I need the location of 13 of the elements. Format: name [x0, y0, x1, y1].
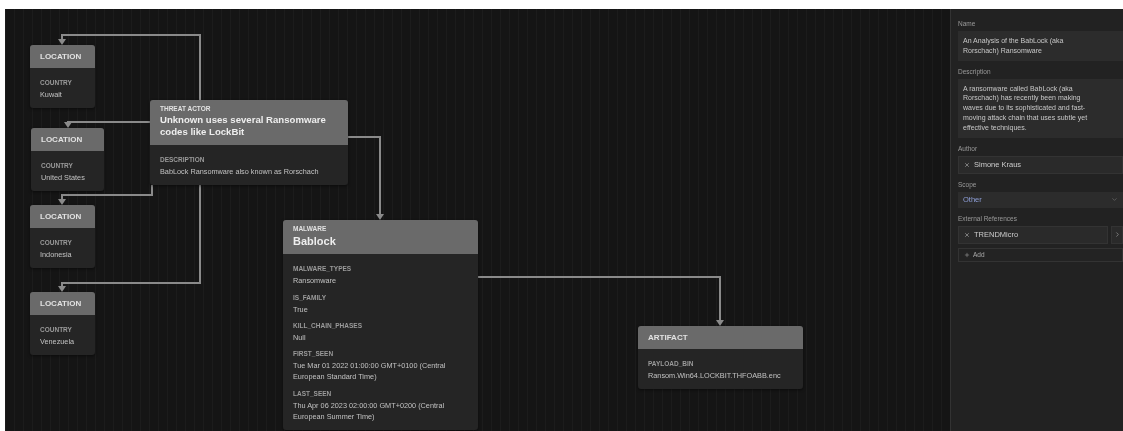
remove-icon[interactable]	[964, 161, 970, 168]
node-type: LOCATION	[40, 212, 83, 221]
node-type: LOCATION	[40, 52, 83, 61]
remove-icon[interactable]	[964, 231, 970, 238]
caret-icon	[1111, 196, 1118, 204]
plus-icon	[964, 251, 970, 258]
node-title: Bablock	[293, 234, 337, 249]
node-title: Unknown uses several Ransomware codes like LockBit	[160, 114, 327, 139]
node-type: ARTIFACT	[648, 333, 689, 342]
chevron-icon	[1113, 231, 1121, 239]
malware-node[interactable]	[283, 220, 478, 431]
node-type: LOCATION	[40, 299, 83, 308]
node-type: LOCATION	[41, 135, 84, 144]
